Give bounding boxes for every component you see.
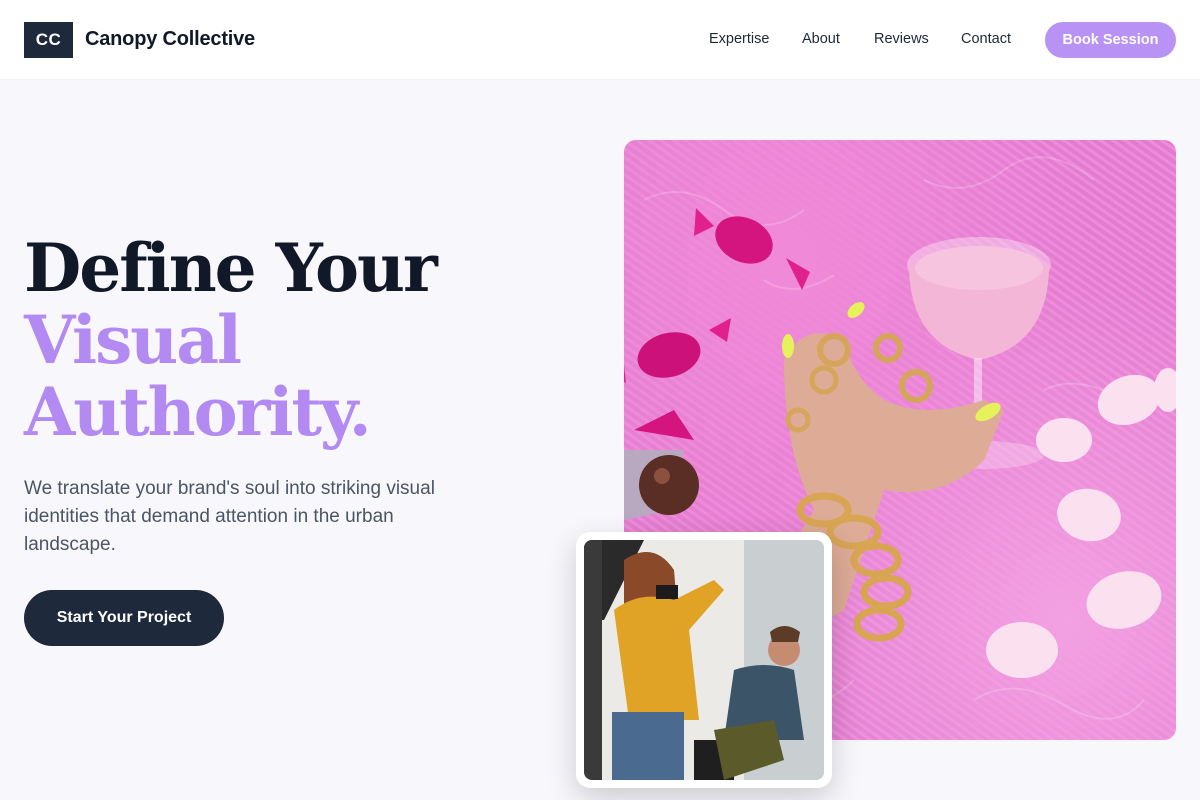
nav-link-about[interactable]: About (802, 31, 840, 47)
nav-link-expertise[interactable]: Expertise (709, 31, 769, 47)
candy-2 (624, 318, 731, 383)
start-project-button[interactable]: Start Your Project (24, 590, 224, 646)
hero-subtitle: We translate your brand's soul into stri… (24, 478, 435, 555)
nav-link-contact[interactable]: Contact (961, 31, 1011, 47)
hero-title: Define Your Visual Authority. (24, 229, 438, 451)
brand-name[interactable]: Canopy Collective (85, 28, 255, 51)
hero-title-line-1: Define Your (24, 229, 438, 307)
site-header: CC Canopy Collective Expertise About Rev… (0, 0, 1200, 80)
hero-title-line-2: Visual (24, 301, 242, 379)
hero-title-line-3: Authority. (24, 373, 372, 451)
petals (986, 368, 1176, 678)
book-session-button[interactable]: Book Session (1045, 22, 1176, 58)
hero-secondary-image (584, 540, 824, 780)
candy-3 (624, 410, 699, 520)
candy-1 (694, 208, 810, 290)
nav-link-reviews[interactable]: Reviews (874, 31, 929, 47)
logo-mark[interactable]: CC (24, 22, 73, 58)
hero-secondary-image-frame (576, 532, 832, 788)
photographer-illustration (584, 540, 824, 780)
